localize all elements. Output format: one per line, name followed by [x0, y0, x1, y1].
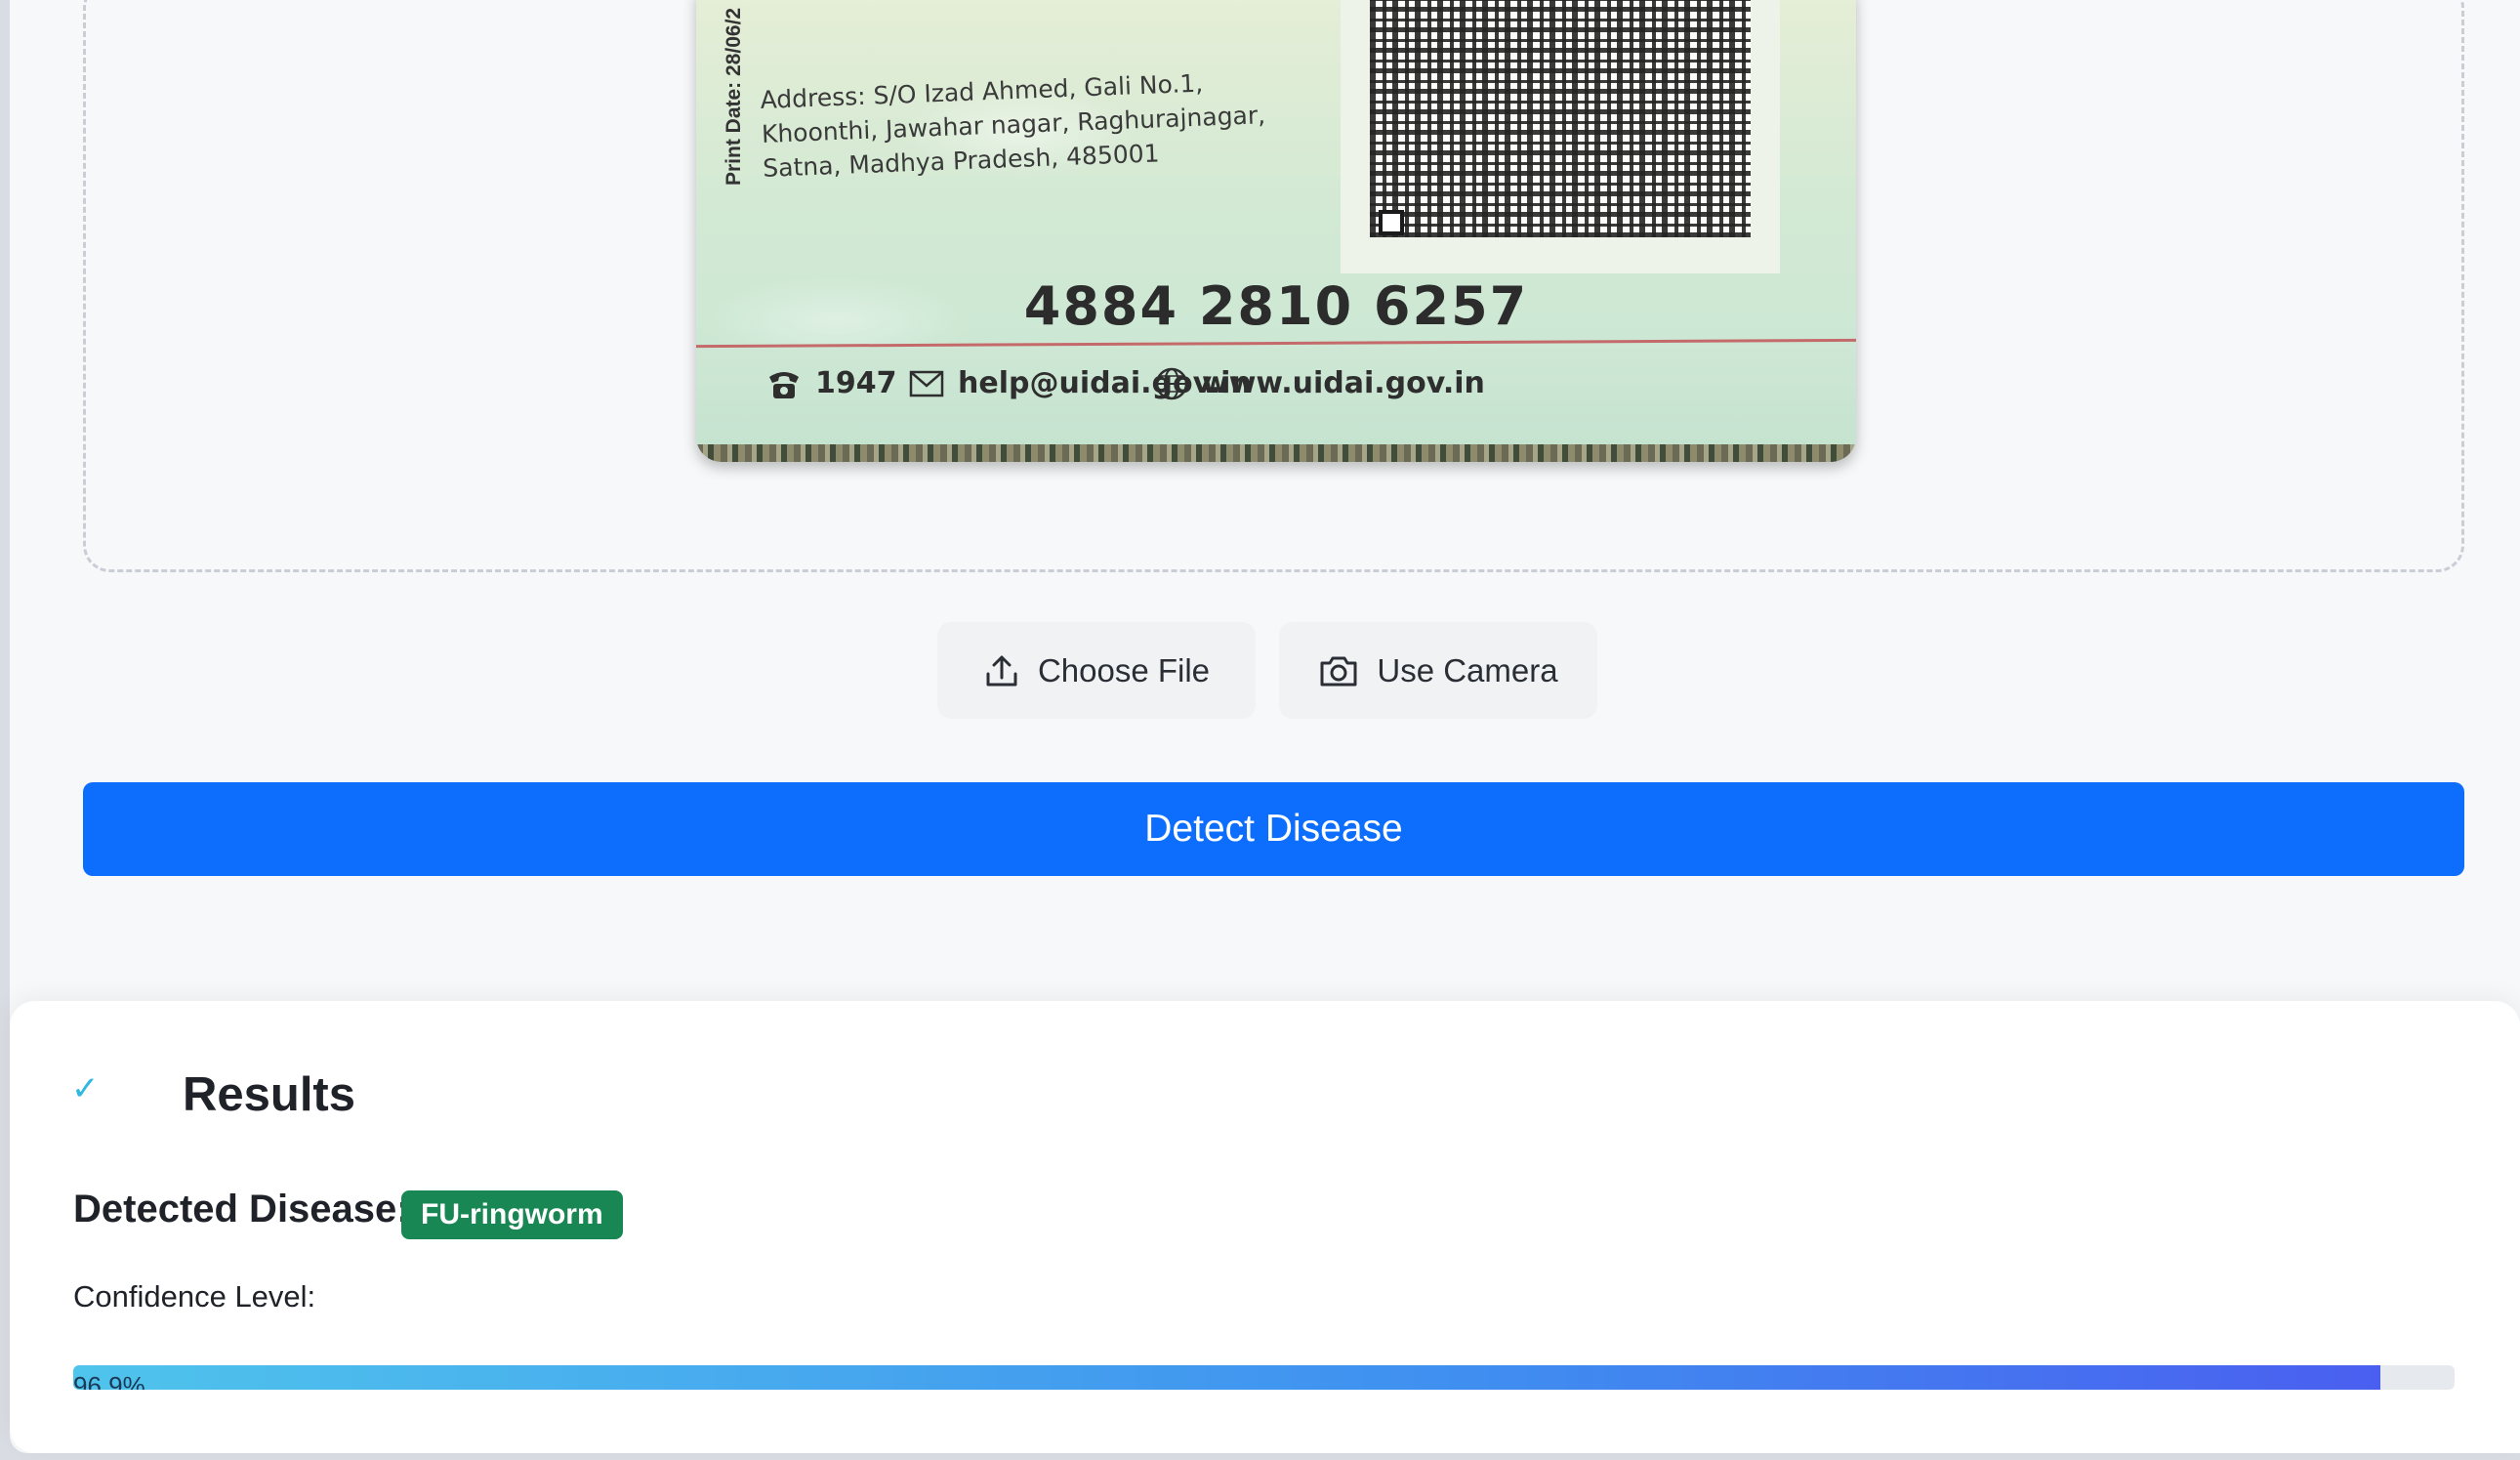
- check-icon: ✓: [71, 1069, 100, 1108]
- uploaded-image-preview: Print Date: 28/06/2 Address: S/O Izad Ah…: [696, 0, 1856, 462]
- envelope-icon: [909, 370, 944, 396]
- card-phone-text: 1947: [815, 366, 897, 400]
- card-address: Address: S/O Izad Ahmed, Gali No.1, Khoo…: [760, 68, 1266, 183]
- confidence-label: Confidence Level:: [73, 1279, 316, 1314]
- choose-file-button[interactable]: Choose File: [937, 622, 1256, 719]
- detect-disease-button[interactable]: Detect Disease: [83, 782, 2464, 876]
- card-website: www.uidai.gov.in: [1155, 366, 1485, 400]
- telephone-icon: [769, 371, 799, 398]
- use-camera-button[interactable]: Use Camera: [1279, 622, 1597, 719]
- confidence-value: 96.9%: [73, 1371, 145, 1390]
- upload-icon: [986, 655, 1017, 686]
- qr-corner-marker: [1379, 210, 1404, 235]
- results-panel: ✓ Results Detected Disease: FU-ringworm …: [10, 1001, 2520, 1453]
- confidence-progress: 96.9%: [73, 1365, 2455, 1390]
- card-number: 4884 2810 6257: [1023, 275, 1529, 337]
- camera-icon: [1320, 656, 1357, 686]
- globe-icon: [1155, 367, 1188, 399]
- detected-disease-label: Detected Disease:: [73, 1188, 410, 1231]
- use-camera-label: Use Camera: [1377, 651, 1558, 688]
- results-title: Results: [183, 1068, 356, 1121]
- choose-file-label: Choose File: [1037, 651, 1211, 688]
- card-phone: 1947: [766, 366, 897, 400]
- qr-code-icon: [1370, 0, 1751, 237]
- card-background-fabric: [696, 444, 1856, 462]
- card-website-text: www.uidai.gov.in: [1202, 366, 1485, 400]
- disease-badge: FU-ringworm: [401, 1190, 623, 1239]
- card-print-date: Print Date: 28/06/2: [723, 7, 745, 186]
- confidence-progress-fill: [73, 1365, 2381, 1390]
